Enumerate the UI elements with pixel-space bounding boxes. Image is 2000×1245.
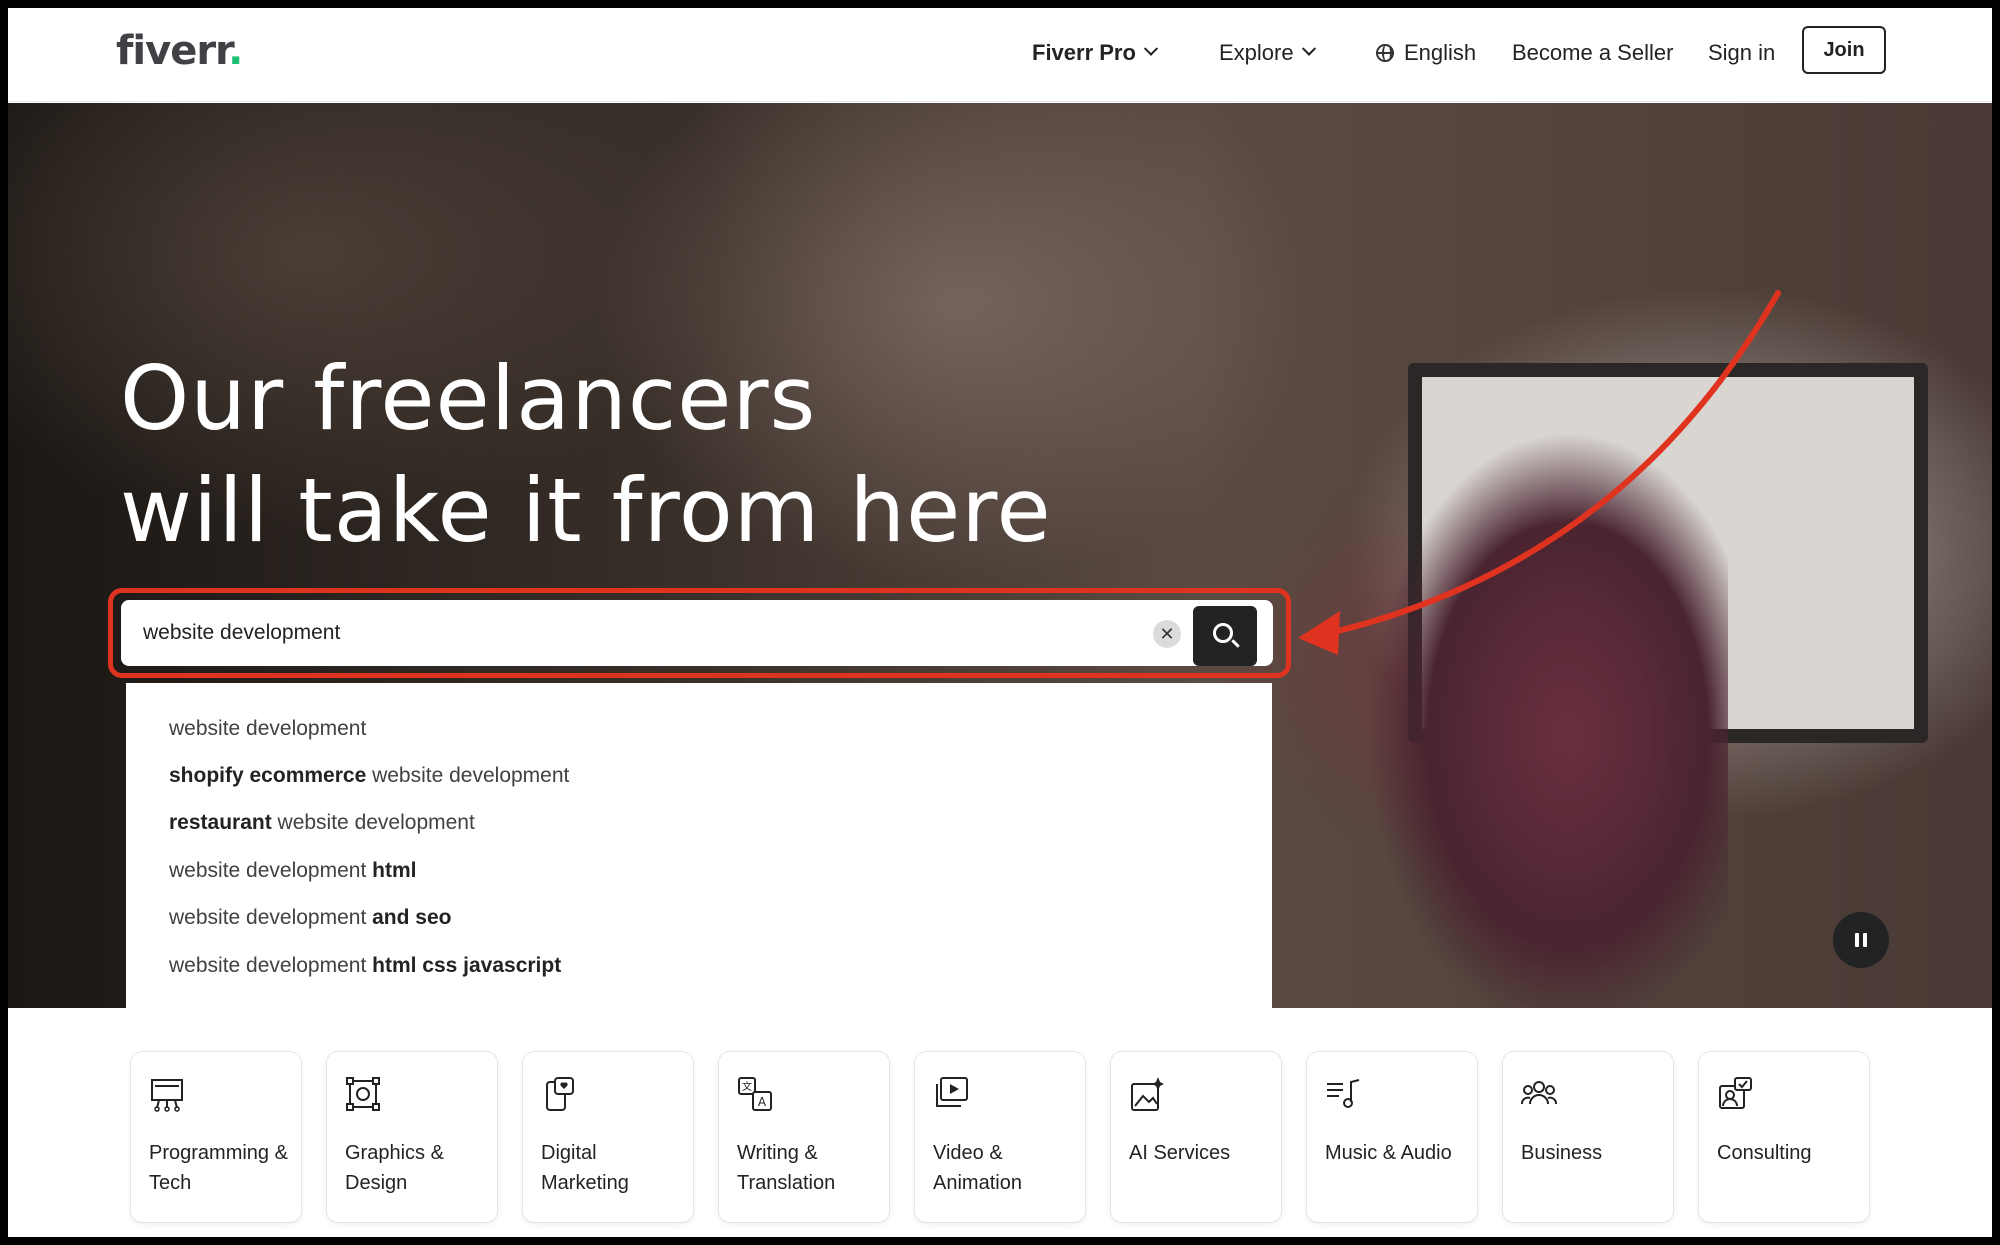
category-card[interactable]: A 文 Writing & Translation [718, 1051, 890, 1223]
logo-text: fiverr [116, 28, 229, 74]
nav-sign-in[interactable]: Sign in [1708, 40, 1775, 66]
category-bar: Programming & Tech Graphics & Design Dig… [8, 1008, 1992, 1237]
globe-icon [1376, 44, 1394, 62]
category-label: Video & Animation [933, 1142, 1022, 1194]
digital-marketing-icon [546, 1077, 574, 1111]
hero-section: Our freelancers will take it from here ✕… [8, 103, 1992, 1008]
chevron-down-icon [1143, 41, 1159, 56]
music-icon [1327, 1079, 1360, 1108]
category-card[interactable]: Graphics & Design [326, 1051, 498, 1223]
annotation-arrow [1298, 290, 1781, 655]
video-icon [936, 1077, 968, 1107]
nav-explore[interactable]: Explore [1219, 40, 1316, 66]
category-card[interactable]: Digital Marketing [522, 1051, 694, 1223]
category-label: Programming & Tech [149, 1142, 288, 1194]
svg-text:文: 文 [742, 1080, 752, 1093]
category-card[interactable]: Consulting [1698, 1051, 1870, 1223]
chevron-down-icon [1301, 41, 1316, 56]
category-card[interactable]: Music & Audio [1306, 1051, 1478, 1223]
nav-sign-in-label: Sign in [1708, 40, 1776, 65]
nav-become-seller[interactable]: Become a Seller [1512, 40, 1673, 66]
nav-language-label: English [1404, 40, 1477, 65]
join-button[interactable]: Join [1802, 26, 1886, 74]
business-icon [1521, 1081, 1557, 1105]
graphics-icon [346, 1077, 380, 1111]
nav-explore-label: Explore [1219, 40, 1294, 65]
ai-icon [1131, 1077, 1164, 1111]
svg-text:A: A [758, 1095, 767, 1109]
translation-icon: A 文 [738, 1077, 772, 1111]
category-card[interactable]: AI Services [1110, 1051, 1282, 1223]
category-label: Consulting [1717, 1142, 1812, 1164]
category-card[interactable]: Programming & Tech [130, 1051, 302, 1223]
category-card[interactable]: Business [1502, 1051, 1674, 1223]
category-label: Digital Marketing [541, 1142, 629, 1194]
annotation-arrow-head [1298, 611, 1340, 655]
category-label: Business [1521, 1142, 1603, 1164]
browser-frame: fiverr. Fiverr Pro Explore English Becom… [0, 0, 2000, 1245]
category-label: Music & Audio [1325, 1142, 1452, 1164]
nav-fiverr-pro-label: Fiverr Pro [1032, 40, 1136, 65]
fiverr-logo[interactable]: fiverr. [116, 28, 243, 74]
consulting-icon [1719, 1077, 1752, 1109]
top-nav: fiverr. Fiverr Pro Explore English Becom… [8, 8, 1992, 102]
nav-become-seller-label: Become a Seller [1512, 40, 1674, 65]
category-label: Graphics & Design [345, 1142, 444, 1194]
nav-language[interactable]: English [1376, 40, 1476, 66]
category-label: AI Services [1129, 1142, 1231, 1164]
nav-fiverr-pro[interactable]: Fiverr Pro [1032, 40, 1159, 66]
programming-icon [151, 1079, 183, 1112]
logo-dot: . [228, 28, 243, 74]
category-card[interactable]: Video & Animation [914, 1051, 1086, 1223]
annotation-arrow-line [1335, 290, 1781, 634]
category-label: Writing & Translation [737, 1142, 836, 1194]
